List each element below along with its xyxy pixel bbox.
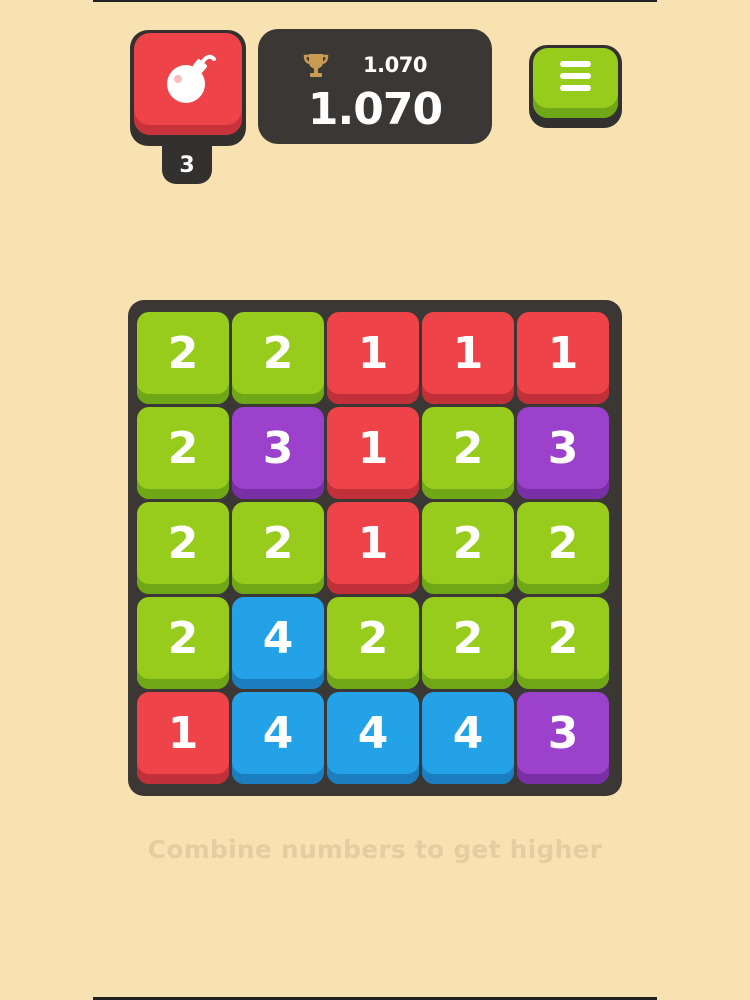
current-score: 1.070	[307, 84, 443, 135]
tile-r5-c5[interactable]: 3	[517, 692, 609, 784]
top-border	[93, 0, 657, 2]
hamburger-icon[interactable]	[533, 48, 618, 118]
tile-r5-c3[interactable]: 4	[327, 692, 419, 784]
tile-r2-c3[interactable]: 1	[327, 407, 419, 499]
tile-r3-c5[interactable]: 2	[517, 502, 609, 594]
tile-r5-c1[interactable]: 1	[137, 692, 229, 784]
tile-r4-c5[interactable]: 2	[517, 597, 609, 689]
menu-line	[560, 61, 591, 67]
tile-r4-c1[interactable]: 2	[137, 597, 229, 689]
game-board: 2211123123221222422214443	[128, 300, 622, 796]
tile-r1-c4[interactable]: 1	[422, 312, 514, 404]
menu-line	[560, 73, 591, 79]
tile-r2-c5[interactable]: 3	[517, 407, 609, 499]
tile-r1-c2[interactable]: 2	[232, 312, 324, 404]
bomb-count: 3	[179, 153, 195, 178]
tile-r5-c4[interactable]: 4	[422, 692, 514, 784]
tile-r2-c2[interactable]: 3	[232, 407, 324, 499]
bomb-icon	[167, 54, 216, 103]
tile-r4-c4[interactable]: 2	[422, 597, 514, 689]
tile-r1-c3[interactable]: 1	[327, 312, 419, 404]
tile-r3-c2[interactable]: 2	[232, 502, 324, 594]
tile-r4-c2[interactable]: 4	[232, 597, 324, 689]
tile-r3-c1[interactable]: 2	[137, 502, 229, 594]
tile-r3-c4[interactable]: 2	[422, 502, 514, 594]
bomb-button[interactable]	[130, 30, 246, 146]
menu-button[interactable]	[529, 45, 622, 128]
trophy-icon	[303, 54, 329, 77]
hint-text: Combine numbers to get higher	[147, 835, 603, 864]
tile-r1-c1[interactable]: 2	[137, 312, 229, 404]
best-score: 1.070	[363, 53, 427, 77]
bomb-button-face[interactable]	[134, 33, 242, 135]
tile-r3-c3[interactable]: 1	[327, 502, 419, 594]
tile-r2-c4[interactable]: 2	[422, 407, 514, 499]
tile-r5-c2[interactable]: 4	[232, 692, 324, 784]
tile-r2-c1[interactable]: 2	[137, 407, 229, 499]
tile-r4-c3[interactable]: 2	[327, 597, 419, 689]
tile-r1-c5[interactable]: 1	[517, 312, 609, 404]
score-panel: 1.070 1.070	[258, 29, 492, 144]
menu-line	[560, 85, 591, 91]
